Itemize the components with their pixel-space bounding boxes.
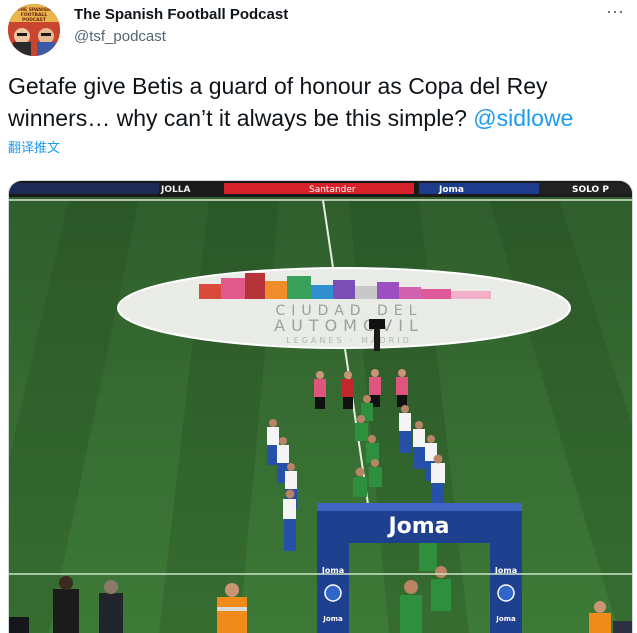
centre-logo-line-2: AUTOMOVIL: [274, 316, 424, 335]
tweet-photo[interactable]: JOLLA Santander Joma SOLO P CIUDAD DEL A…: [8, 180, 633, 633]
ad-solo: SOLO P: [572, 185, 609, 195]
avatar-image: THE SPANISH FOOTBALL PODCAST: [8, 4, 60, 56]
ad-santander: Santander: [309, 185, 356, 195]
photo-canvas: JOLLA Santander Joma SOLO P CIUDAD DEL A…: [9, 181, 632, 633]
tweet-text: Getafe give Betis a guard of honour as C…: [8, 70, 633, 134]
author-handle[interactable]: @tsf_podcast: [74, 28, 166, 45]
arch-left-label-2: Joma: [322, 615, 343, 623]
ad-board-joma: [419, 183, 539, 194]
camera-operator: [374, 329, 380, 351]
translate-tweet-link[interactable]: 翻译推文: [8, 137, 60, 156]
arch-joma-text: Joma: [386, 514, 449, 539]
ad-joma: Joma: [438, 185, 464, 195]
author-name[interactable]: The Spanish Football Podcast: [74, 6, 288, 23]
avatar[interactable]: THE SPANISH FOOTBALL PODCAST: [8, 4, 60, 56]
centre-logo-line-3: LEGANES · MADRID: [286, 336, 412, 345]
camera: [369, 319, 385, 329]
ad-board-left: [9, 183, 159, 194]
ellipsis-icon[interactable]: ···: [603, 2, 627, 22]
mention-link[interactable]: @sidlowe: [473, 105, 573, 131]
avatar-text-line-3: PODCAST: [22, 17, 47, 23]
ad-jolla: JOLLA: [160, 185, 190, 195]
tweet-body: Getafe give Betis a guard of honour as C…: [8, 73, 548, 131]
arch-right-label-2: Joma: [495, 615, 516, 623]
